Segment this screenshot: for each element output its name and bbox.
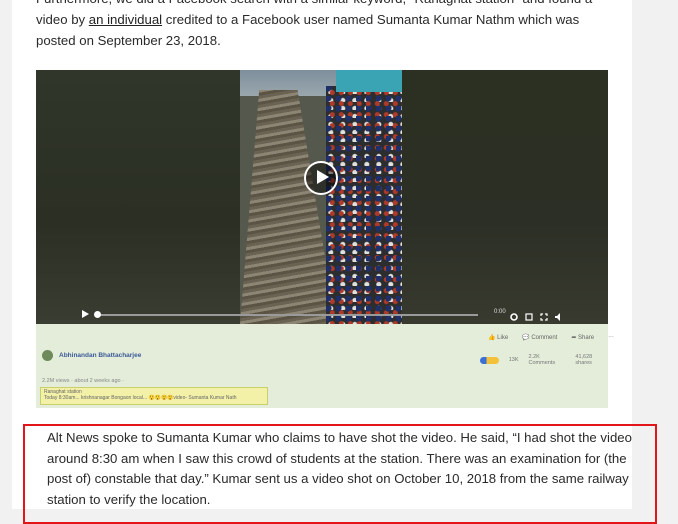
video-blur-right xyxy=(402,70,608,324)
time-display: 0:00 xyxy=(494,309,506,315)
expand-icon[interactable] xyxy=(525,308,533,321)
caption-line-2: Today 8:30am... krishnanagar Bongaon loc… xyxy=(44,395,237,401)
scrollbar[interactable] xyxy=(670,0,678,509)
control-play-icon[interactable] xyxy=(82,310,89,318)
video-blur-left xyxy=(36,70,240,324)
like-action[interactable]: 👍 Like xyxy=(488,334,508,341)
fullscreen-icon[interactable] xyxy=(540,308,548,321)
shares-count[interactable]: 41,628 shares xyxy=(575,354,608,366)
comment-icon: 💬 xyxy=(522,335,530,341)
progress-bar[interactable] xyxy=(96,314,478,316)
post-author: Abhinandan Bhattacharjee xyxy=(42,350,141,361)
play-icon xyxy=(317,170,329,184)
facebook-actions: 👍 Like 💬 Comment ➦ Share ··· xyxy=(488,334,614,341)
avatar[interactable] xyxy=(42,350,53,361)
post-stats: 13K 2.2K Comments 41,628 shares xyxy=(480,354,608,366)
reactions-count[interactable]: 13K xyxy=(509,357,519,363)
author-name[interactable]: Abhinandan Bhattacharjee xyxy=(59,352,141,359)
settings-icon[interactable] xyxy=(510,308,518,321)
share-icon: ➦ xyxy=(571,335,577,341)
play-button[interactable] xyxy=(304,161,338,195)
share-action[interactable]: ➦ Share xyxy=(571,334,594,341)
post-caption: Ranaghat station Today 8:30am... krishna… xyxy=(40,387,268,405)
facebook-video-embed: 0:00 👍 Like 💬 Comment ➦ Share ··· Abhina… xyxy=(36,70,614,408)
individual-link[interactable]: an individual xyxy=(89,12,162,27)
comments-count[interactable]: 2.2K Comments xyxy=(529,354,566,366)
volume-icon[interactable] xyxy=(555,308,563,321)
post-meta: 2.2M views · about 2 weeks ago · xyxy=(42,378,124,384)
like-icon: 👍 xyxy=(488,335,496,341)
video-player[interactable]: 0:00 xyxy=(36,70,608,324)
more-icon[interactable]: ··· xyxy=(608,334,614,341)
comment-action[interactable]: 💬 Comment xyxy=(522,334,557,341)
video-frame xyxy=(240,70,402,324)
highlight-box xyxy=(23,424,657,524)
paragraph-facebook-search: Furthermore, we did a Facebook search wi… xyxy=(36,0,596,51)
reactions-icon xyxy=(480,356,499,364)
progress-thumb[interactable] xyxy=(94,311,101,318)
video-controls: 0:00 xyxy=(36,306,608,324)
